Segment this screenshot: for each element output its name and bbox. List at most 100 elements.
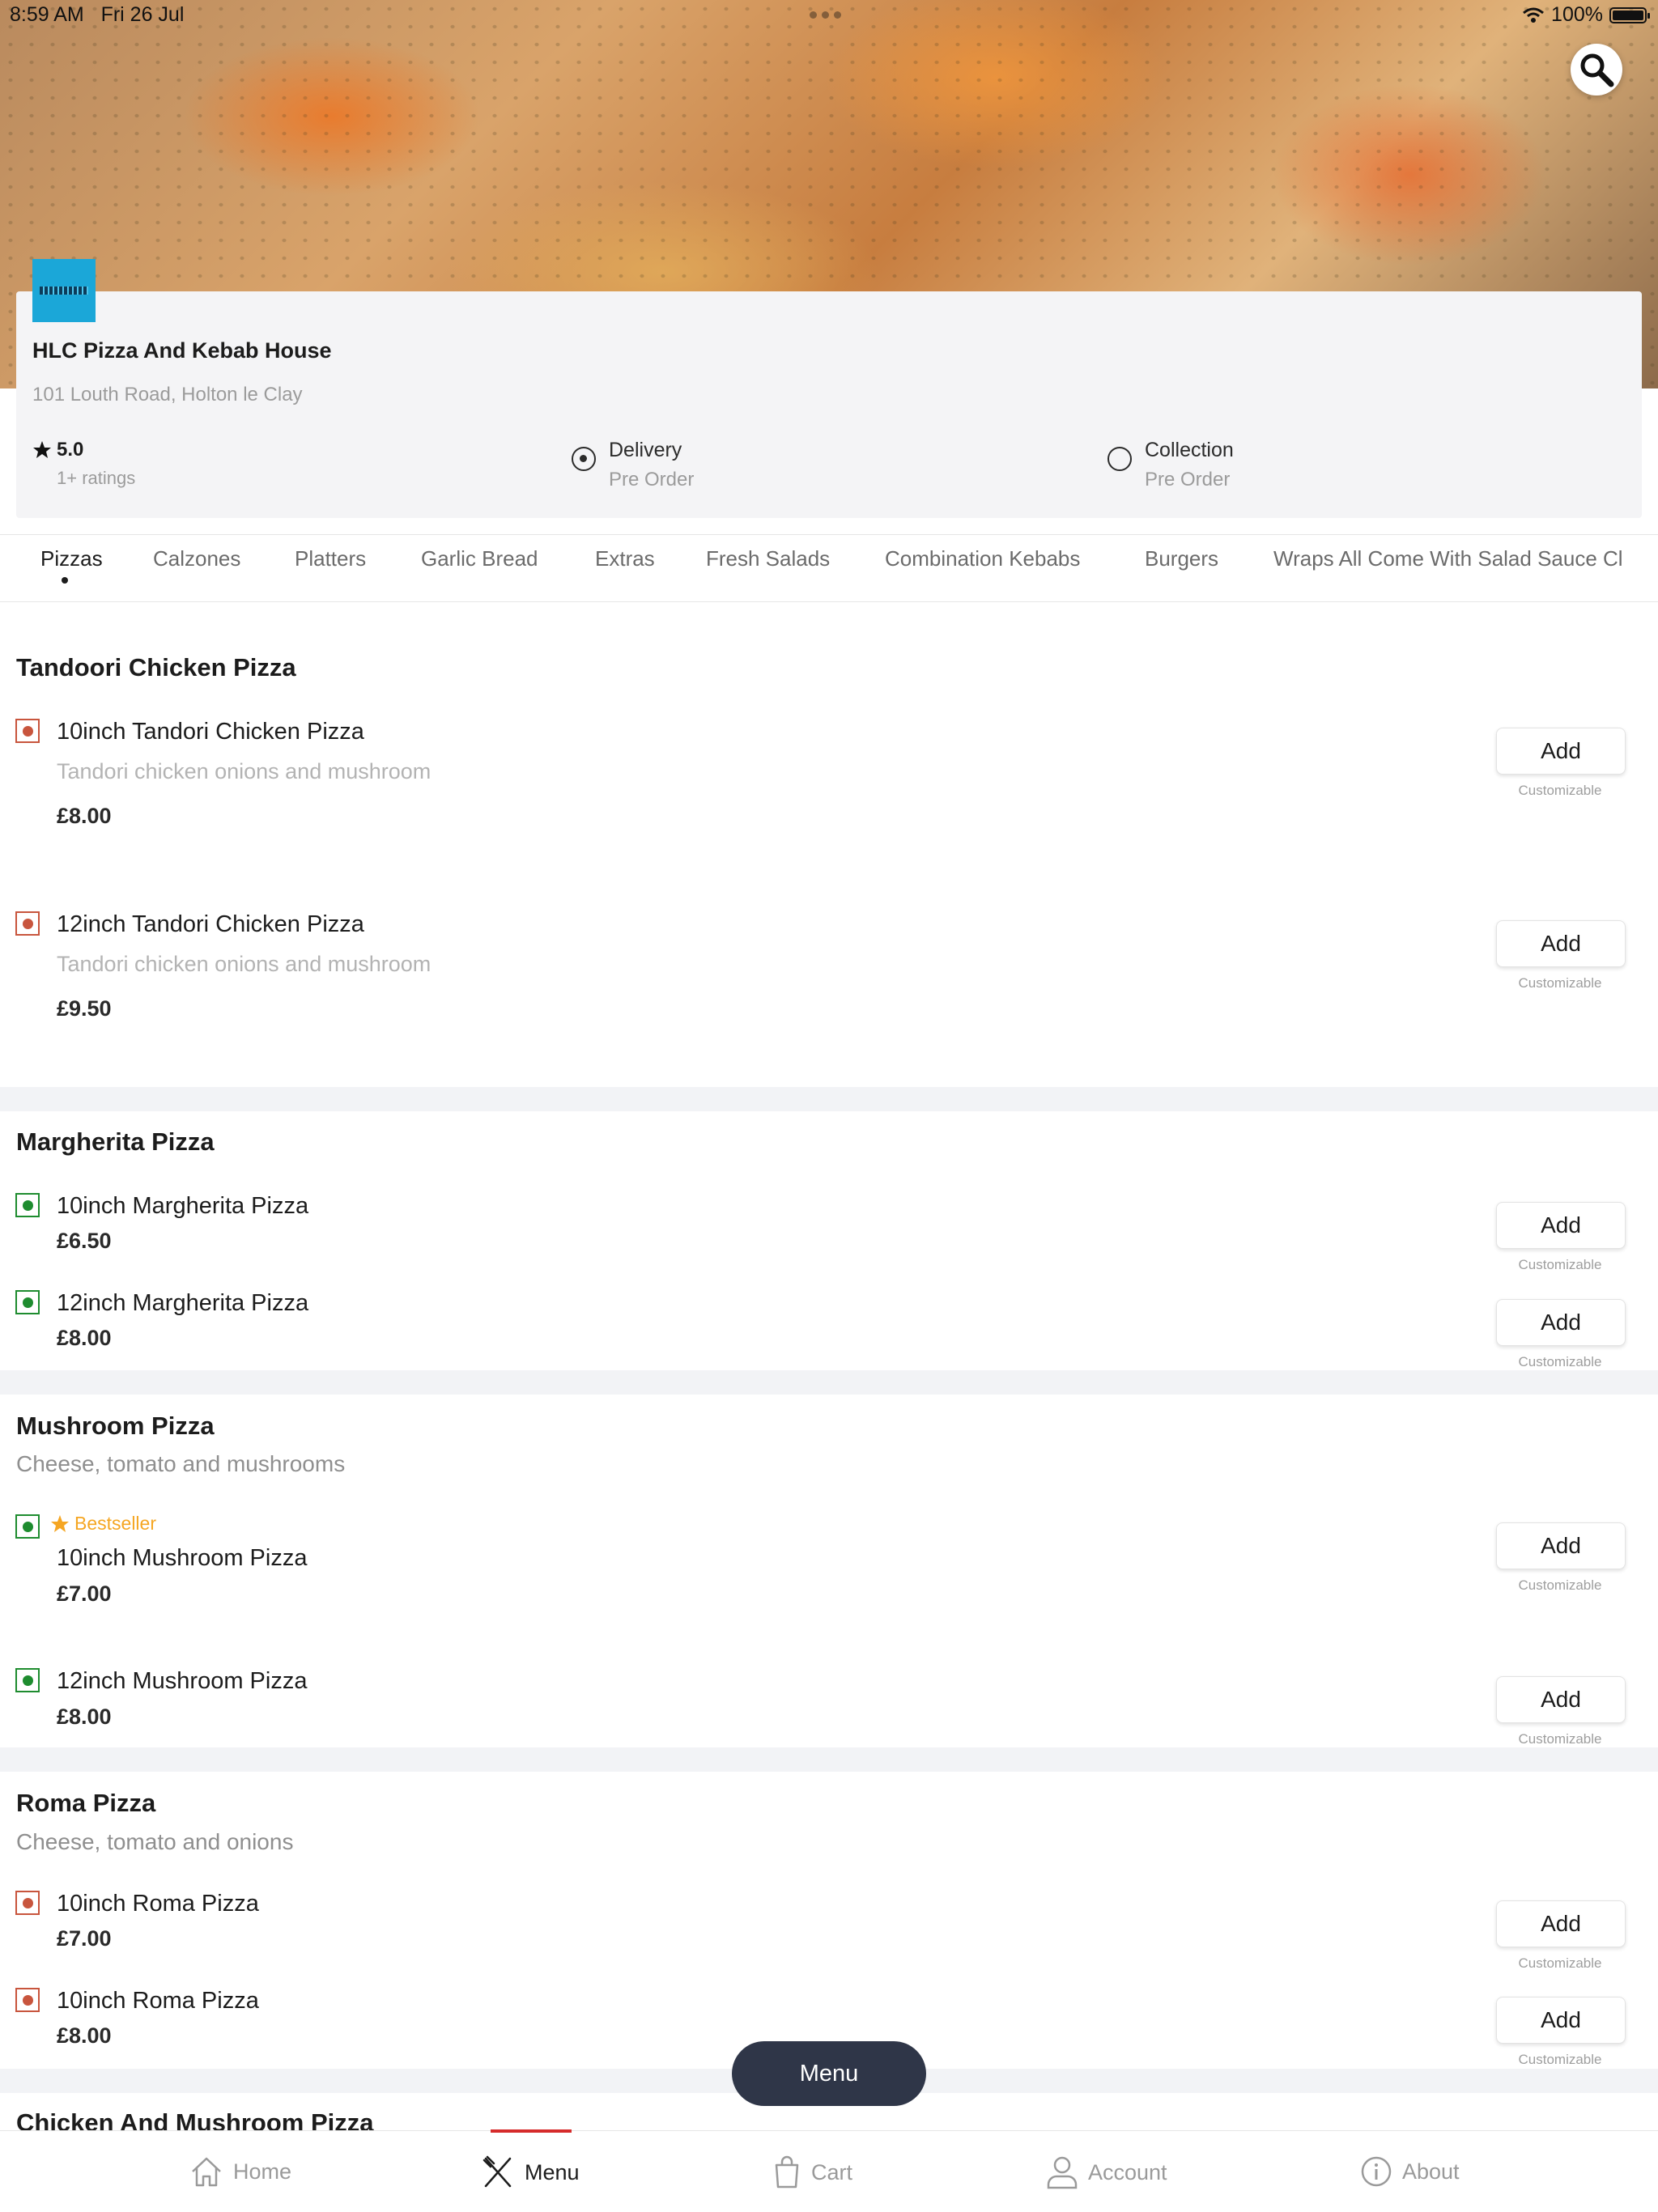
account-icon [1047, 2156, 1078, 2189]
tab-garlic-bread[interactable]: Garlic Bread [421, 546, 538, 571]
delivery-option[interactable]: Delivery Pre Order [572, 439, 694, 491]
bestseller-label: Bestseller [74, 1513, 156, 1534]
non-veg-icon [15, 911, 40, 936]
floating-menu-button[interactable]: Menu [732, 2041, 926, 2106]
tab-burgers[interactable]: Burgers [1145, 546, 1218, 571]
item-price: £9.50 [57, 996, 112, 1021]
restaurant-info-card: HLC Pizza And Kebab House 101 Louth Road… [16, 259, 1642, 518]
bestseller-badge: Bestseller [50, 1513, 156, 1535]
customizable-label: Customizable [1518, 1257, 1602, 1272]
home-icon [192, 2157, 221, 2187]
item-name: 10inch Roma Pizza [57, 1891, 259, 1917]
cart-icon [775, 2155, 799, 2189]
add-button[interactable]: Add [1496, 1900, 1626, 1947]
veg-icon [15, 1290, 40, 1314]
item-name: 12inch Mushroom Pizza [57, 1668, 308, 1694]
non-veg-icon [15, 1891, 40, 1915]
section-description: Cheese, tomato and onions [16, 1829, 294, 1854]
section-divider [0, 1370, 1658, 1395]
item-name: 10inch Margherita Pizza [57, 1193, 309, 1219]
item-name: 10inch Mushroom Pizza [57, 1545, 308, 1571]
item-price: £8.00 [57, 2023, 112, 2048]
customizable-label: Customizable [1518, 2052, 1602, 2067]
collection-label: Collection [1145, 439, 1234, 461]
nav-cart-label: Cart [811, 2159, 853, 2184]
add-button[interactable]: Add [1496, 1202, 1626, 1249]
battery-percent: 100% [1551, 3, 1603, 26]
nav-menu[interactable]: Menu [481, 2155, 580, 2189]
section-divider [0, 1747, 1658, 1772]
section-description: Cheese, tomato and mushrooms [16, 1451, 346, 1476]
delivery-sub: Pre Order [609, 469, 695, 490]
tab-extras[interactable]: Extras [595, 546, 655, 571]
status-date-text: Fri 26 Jul [100, 3, 185, 26]
non-veg-icon [15, 1988, 40, 2012]
tab-fresh-salads[interactable]: Fresh Salads [706, 546, 830, 571]
status-time-text: 8:59 AM [10, 3, 84, 26]
add-button[interactable]: Add [1496, 1299, 1626, 1346]
add-button[interactable]: Add [1496, 1522, 1626, 1569]
item-description: Tandori chicken onions and mushroom [57, 952, 432, 976]
nav-about-label: About [1402, 2159, 1460, 2184]
collection-radio[interactable] [1107, 447, 1132, 471]
info-icon [1361, 2156, 1392, 2187]
veg-icon [15, 1193, 40, 1217]
veg-icon [15, 1668, 40, 1692]
nav-home-label: Home [233, 2159, 292, 2184]
customizable-label: Customizable [1518, 1955, 1602, 1971]
status-time: 8:59 AM Fri 26 Jul [10, 3, 184, 27]
rating-value: 5.0 [57, 439, 84, 461]
item-name: 12inch Margherita Pizza [57, 1290, 309, 1316]
customizable-label: Customizable [1518, 1354, 1602, 1369]
collection-option[interactable]: Collection Pre Order [1107, 439, 1234, 491]
nav-home[interactable]: Home [189, 2155, 291, 2188]
rating-block: 5.0 1+ ratings [32, 439, 135, 489]
item-name: 10inch Tandori Chicken Pizza [57, 719, 364, 745]
section-title: Tandoori Chicken Pizza [16, 653, 296, 681]
nav-menu-label: Menu [525, 2159, 580, 2184]
customizable-label: Customizable [1518, 1577, 1602, 1593]
item-description: Tandori chicken onions and mushroom [57, 759, 432, 783]
nav-account-label: Account [1088, 2159, 1167, 2184]
add-button[interactable]: Add [1496, 1997, 1626, 2044]
wifi-icon [1523, 7, 1545, 23]
item-price: £7.00 [57, 1582, 112, 1606]
section-title: Mushroom Pizza [16, 1412, 215, 1440]
customizable-label: Customizable [1518, 1731, 1602, 1747]
tab-calzones[interactable]: Calzones [153, 546, 240, 571]
item-price: £7.00 [57, 1926, 112, 1951]
tab-combination-kebabs[interactable]: Combination Kebabs [885, 546, 1080, 571]
multitask-dots[interactable] [810, 11, 841, 19]
battery-icon [1609, 6, 1650, 23]
delivery-label: Delivery [609, 439, 682, 461]
category-tabs: Pizzas Calzones Platters Garlic Bread Ex… [0, 534, 1658, 602]
non-veg-icon [15, 719, 40, 743]
search-button[interactable] [1571, 44, 1622, 96]
restaurant-name: HLC Pizza And Kebab House [32, 338, 332, 363]
add-button[interactable]: Add [1496, 1676, 1626, 1723]
item-name: 10inch Roma Pizza [57, 1988, 259, 2014]
status-right: 100% [1522, 3, 1650, 27]
nav-about[interactable]: About [1360, 2155, 1460, 2188]
section-divider [0, 1087, 1658, 1111]
tab-platters[interactable]: Platters [295, 546, 366, 571]
delivery-radio[interactable] [572, 447, 596, 471]
section-title: Margherita Pizza [16, 1127, 215, 1156]
tab-wraps[interactable]: Wraps All Come With Salad Sauce Cl [1273, 546, 1623, 571]
add-button[interactable]: Add [1496, 728, 1626, 775]
bottom-navigation: Home Menu Cart Account About [0, 2129, 1658, 2212]
nav-account[interactable]: Account [1046, 2155, 1167, 2189]
active-tab-indicator [62, 577, 68, 584]
section-title: Roma Pizza [16, 1789, 156, 1817]
item-name: 12inch Tandori Chicken Pizza [57, 911, 364, 937]
restaurant-logo [32, 259, 96, 322]
item-price: £8.00 [57, 1326, 112, 1350]
star-icon [51, 1514, 69, 1532]
item-price: £8.00 [57, 1705, 112, 1729]
ratings-count: 1+ ratings [57, 468, 136, 488]
tab-pizzas[interactable]: Pizzas [40, 546, 103, 571]
add-button[interactable]: Add [1496, 920, 1626, 967]
nav-cart[interactable]: Cart [772, 2155, 852, 2189]
star-icon [33, 441, 51, 458]
item-price: £8.00 [57, 804, 112, 828]
